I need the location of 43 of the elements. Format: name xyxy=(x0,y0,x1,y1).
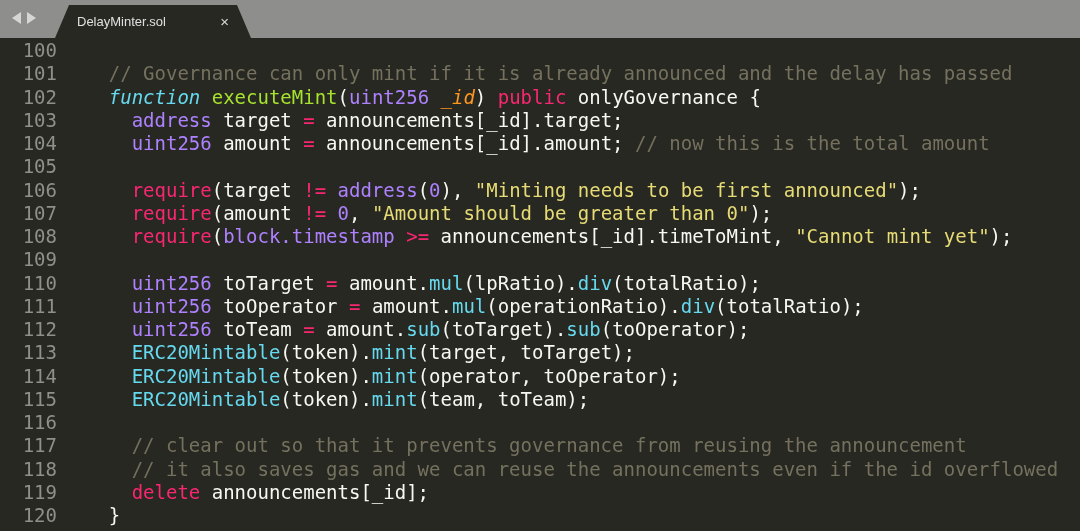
line-number: 111 xyxy=(21,294,57,318)
line-number: 116 xyxy=(21,411,57,435)
code-line: uint256 toTeam = amount.sub(toTarget).sub(toOperator); xyxy=(131,318,750,342)
line-number: 106 xyxy=(21,178,57,202)
line-number: 100 xyxy=(21,39,57,63)
file-tab[interactable]: DelayMinter.sol × xyxy=(55,5,251,38)
close-icon[interactable]: × xyxy=(220,14,229,29)
code-line: uint256 toOperator = amount.mul(operationRatio).div(totalRatio); xyxy=(131,294,864,318)
code-line: require(block.timestamp >= announcements[_id].timeToMint, "Cannot mint yet"); xyxy=(131,225,1013,249)
line-number: 110 xyxy=(21,271,57,295)
line-number: 103 xyxy=(21,108,57,132)
line-number: 108 xyxy=(21,225,57,249)
line-number: 115 xyxy=(21,387,57,411)
code-line: ERC20Mintable(token).mint(target, toTarget); xyxy=(131,341,635,365)
line-number: 109 xyxy=(21,248,57,272)
code-line: // Governance can only mint if it is already announced and the delay has passed xyxy=(108,62,1013,86)
code-line: // clear out so that it prevents governance from reusing the announcement xyxy=(131,434,967,458)
forward-icon[interactable] xyxy=(26,11,38,25)
code-line: address target = announcements[_id].target; xyxy=(131,108,624,132)
line-number: 119 xyxy=(21,480,57,504)
line-number: 117 xyxy=(21,434,57,458)
line-number: 102 xyxy=(21,85,57,109)
line-number: 113 xyxy=(21,341,57,365)
line-number: 118 xyxy=(21,457,57,481)
code-line: delete announcements[_id]; xyxy=(131,480,430,504)
code-line: require(amount != 0, "Amount should be greater than 0"); xyxy=(131,201,773,225)
code-line: uint256 amount = announcements[_id].amount; // now this is the total amount xyxy=(131,132,990,156)
code-line: ERC20Mintable(token).mint(team, toTeam); xyxy=(131,387,590,411)
line-number: 107 xyxy=(21,201,57,225)
line-number: 105 xyxy=(21,155,57,179)
line-number: 120 xyxy=(21,504,57,528)
line-number: 112 xyxy=(21,318,57,342)
back-icon[interactable] xyxy=(10,11,22,25)
tab-title: DelayMinter.sol xyxy=(77,12,166,31)
line-number: 104 xyxy=(21,132,57,156)
code-line: require(target != address(0), "Minting needs to be first announced"); xyxy=(131,178,921,202)
code-line: ERC20Mintable(token).mint(operator, toOperator); xyxy=(131,364,681,388)
code-line: uint256 toTarget = amount.mul(lpRatio).div(totalRatio); xyxy=(131,271,761,295)
code-line: // it also saves gas and we can reuse the announcements even if the id overflowed xyxy=(131,457,1059,481)
code-line: function executeMint(uint256 _id) public onlyGovernance { xyxy=(108,85,761,109)
line-number: 114 xyxy=(21,364,57,388)
line-number: 101 xyxy=(21,62,57,86)
code-line: } xyxy=(108,504,121,528)
